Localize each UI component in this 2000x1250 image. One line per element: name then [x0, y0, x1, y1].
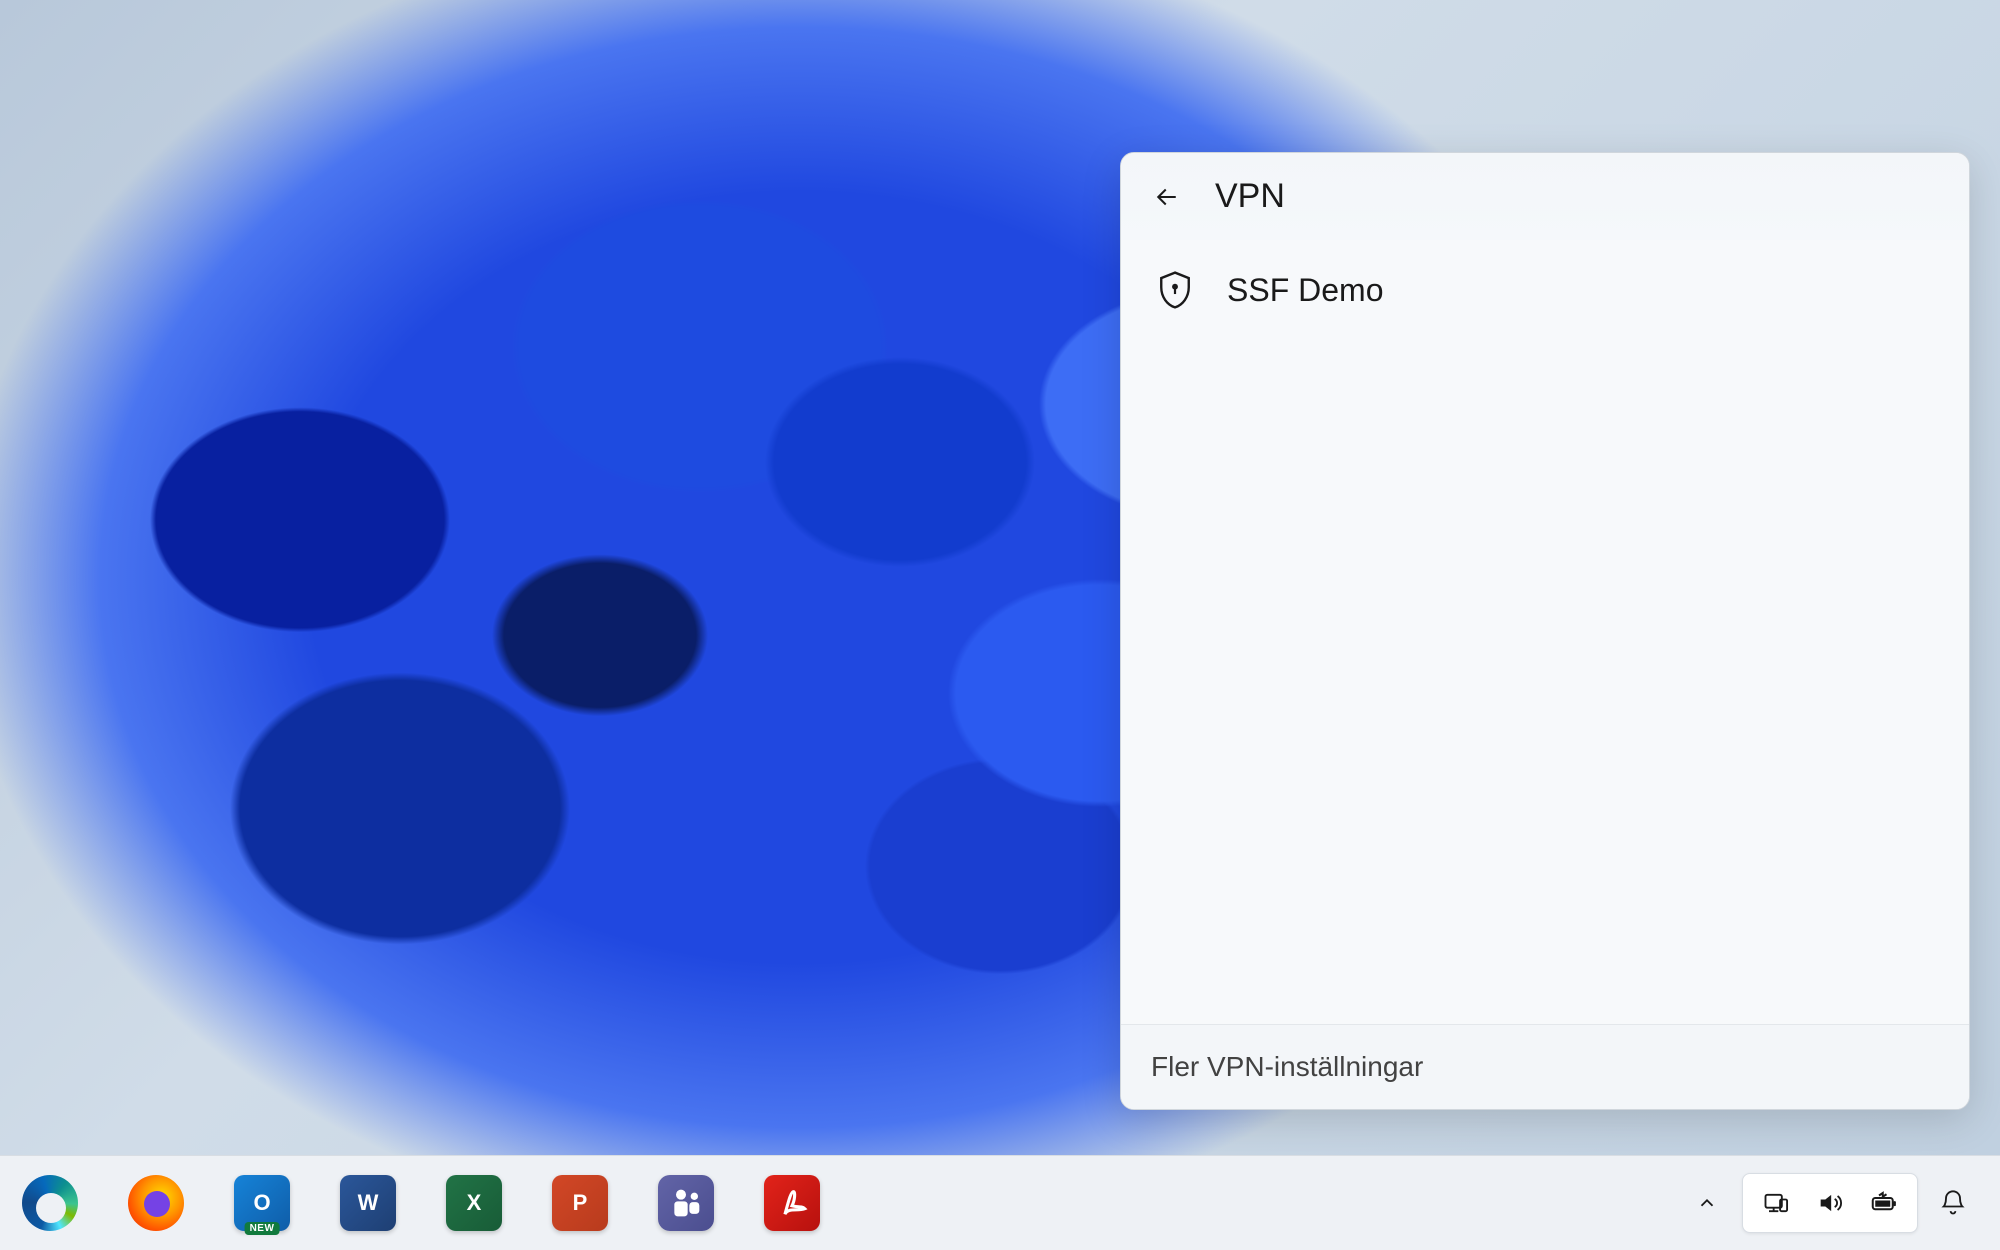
vpn-flyout-panel: VPN SSF Demo Fler VPN-inställningar — [1120, 152, 1970, 1110]
bell-icon — [1939, 1189, 1967, 1217]
system-tray — [1678, 1173, 1982, 1233]
quick-settings-group[interactable] — [1742, 1173, 1918, 1233]
outlook-icon: O NEW — [234, 1175, 290, 1231]
speaker-icon — [1816, 1189, 1844, 1217]
app-letter: O — [253, 1190, 270, 1216]
acrobat-icon — [764, 1175, 820, 1231]
arrow-left-icon — [1152, 182, 1182, 212]
back-button[interactable] — [1149, 179, 1185, 215]
taskbar: O NEW W X P — [0, 1155, 2000, 1250]
network-icon — [1762, 1189, 1790, 1217]
taskbar-app-acrobat[interactable] — [754, 1165, 830, 1241]
chevron-up-icon — [1696, 1192, 1718, 1214]
taskbar-app-edge[interactable] — [12, 1165, 88, 1241]
taskbar-app-word[interactable]: W — [330, 1165, 406, 1241]
app-letter: P — [573, 1190, 588, 1216]
powerpoint-icon: P — [552, 1175, 608, 1231]
more-vpn-settings-label: Fler VPN-inställningar — [1151, 1051, 1423, 1082]
excel-icon: X — [446, 1175, 502, 1231]
taskbar-app-excel[interactable]: X — [436, 1165, 512, 1241]
taskbar-app-powerpoint[interactable]: P — [542, 1165, 618, 1241]
app-letter: X — [467, 1190, 482, 1216]
volume-button[interactable] — [1803, 1178, 1857, 1228]
network-button[interactable] — [1749, 1178, 1803, 1228]
battery-button[interactable] — [1857, 1178, 1911, 1228]
new-badge: NEW — [245, 1222, 280, 1235]
vpn-connection-name: SSF Demo — [1227, 272, 1383, 309]
vpn-list: SSF Demo — [1121, 240, 1969, 1024]
taskbar-apps: O NEW W X P — [12, 1165, 860, 1241]
taskbar-app-outlook[interactable]: O NEW — [224, 1165, 300, 1241]
acrobat-glyph-icon — [775, 1186, 809, 1220]
word-icon: W — [340, 1175, 396, 1231]
taskbar-app-firefox[interactable] — [118, 1165, 194, 1241]
tray-overflow-button[interactable] — [1678, 1174, 1736, 1232]
taskbar-app-teams[interactable] — [648, 1165, 724, 1241]
shield-lock-icon — [1153, 268, 1197, 312]
teams-glyph-icon — [666, 1183, 706, 1223]
vpn-connection-item[interactable]: SSF Demo — [1149, 248, 1941, 332]
battery-icon — [1869, 1188, 1899, 1218]
more-vpn-settings-link[interactable]: Fler VPN-inställningar — [1121, 1024, 1969, 1109]
notifications-button[interactable] — [1924, 1174, 1982, 1232]
edge-icon — [22, 1175, 78, 1231]
vpn-panel-header: VPN — [1121, 153, 1969, 240]
teams-icon — [658, 1175, 714, 1231]
vpn-panel-title: VPN — [1215, 177, 1285, 216]
app-letter: W — [358, 1190, 379, 1216]
firefox-icon — [128, 1175, 184, 1231]
